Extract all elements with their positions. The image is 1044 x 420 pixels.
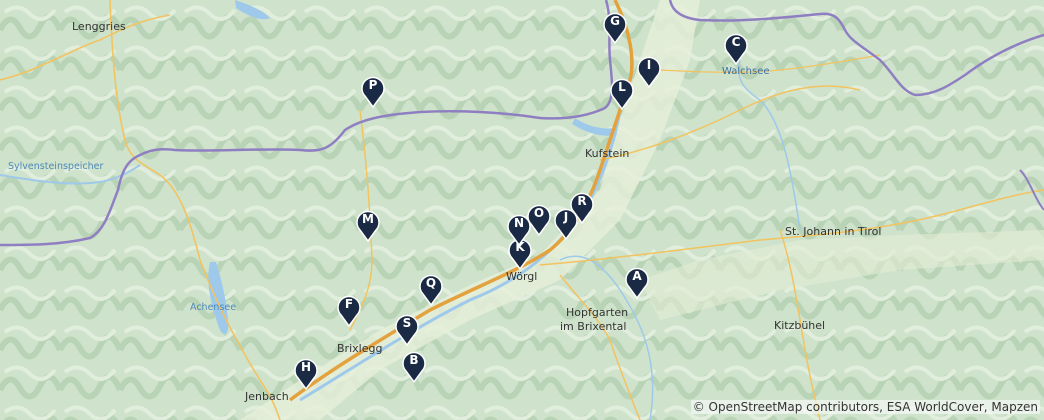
place-walchsee: Walchsee <box>722 66 770 77</box>
place-sylvensteinspeicher: Sylvensteinspeicher <box>8 161 104 172</box>
map-marker-label: O <box>533 206 545 220</box>
map-marker-label: F <box>344 297 354 311</box>
place-kitzbuehel: Kitzbühel <box>774 319 826 332</box>
map-marker-m[interactable]: M <box>355 208 381 242</box>
place-lenggries: Lenggries <box>72 20 126 33</box>
map-marker-i[interactable]: I <box>636 54 662 88</box>
map-marker-label: S <box>402 316 412 330</box>
map-marker-a[interactable]: A <box>624 265 650 299</box>
map-marker-r[interactable]: R <box>569 190 595 224</box>
map-canvas[interactable]: Lenggries Sylvensteinspeicher Achensee K… <box>0 0 1044 420</box>
map-marker-label: C <box>731 35 741 49</box>
map-marker-f[interactable]: F <box>336 293 362 327</box>
map-marker-h[interactable]: H <box>293 356 319 390</box>
map-marker-label: Q <box>425 276 437 290</box>
map-marker-c[interactable]: C <box>723 31 749 65</box>
map-marker-label: I <box>646 58 652 72</box>
map-marker-label: L <box>618 80 626 94</box>
place-achensee: Achensee <box>190 302 237 313</box>
map-marker-s[interactable]: S <box>394 312 420 346</box>
map-marker-q[interactable]: Q <box>418 272 444 306</box>
place-st-johann-in-tirol: St. Johann in Tirol <box>785 225 882 238</box>
map-marker-label: R <box>577 194 587 208</box>
map-base-layer <box>0 0 1044 420</box>
place-jenbach: Jenbach <box>245 390 289 403</box>
map-marker-label: B <box>409 353 419 367</box>
map-marker-o[interactable]: O <box>526 202 552 236</box>
map-marker-label: H <box>300 360 312 374</box>
place-hopfgarten-line1: Hopfgarten <box>566 306 629 319</box>
map-marker-label: M <box>362 212 374 226</box>
place-hopfgarten-line2: im Brixental <box>560 320 627 333</box>
map-marker-l[interactable]: L <box>609 76 635 110</box>
map-marker-label: P <box>368 78 378 92</box>
map-marker-b[interactable]: B <box>401 349 427 383</box>
map-marker-g[interactable]: G <box>602 10 628 44</box>
map-marker-label: G <box>610 14 620 28</box>
map-marker-p[interactable]: P <box>360 74 386 108</box>
place-kufstein: Kufstein <box>585 147 630 160</box>
place-brixlegg: Brixlegg <box>337 342 383 355</box>
map-attribution[interactable]: © OpenStreetMap contributors, ESA WorldC… <box>690 400 1040 414</box>
map-marker-label: A <box>632 269 642 283</box>
place-woergl: Wörgl <box>506 270 538 283</box>
